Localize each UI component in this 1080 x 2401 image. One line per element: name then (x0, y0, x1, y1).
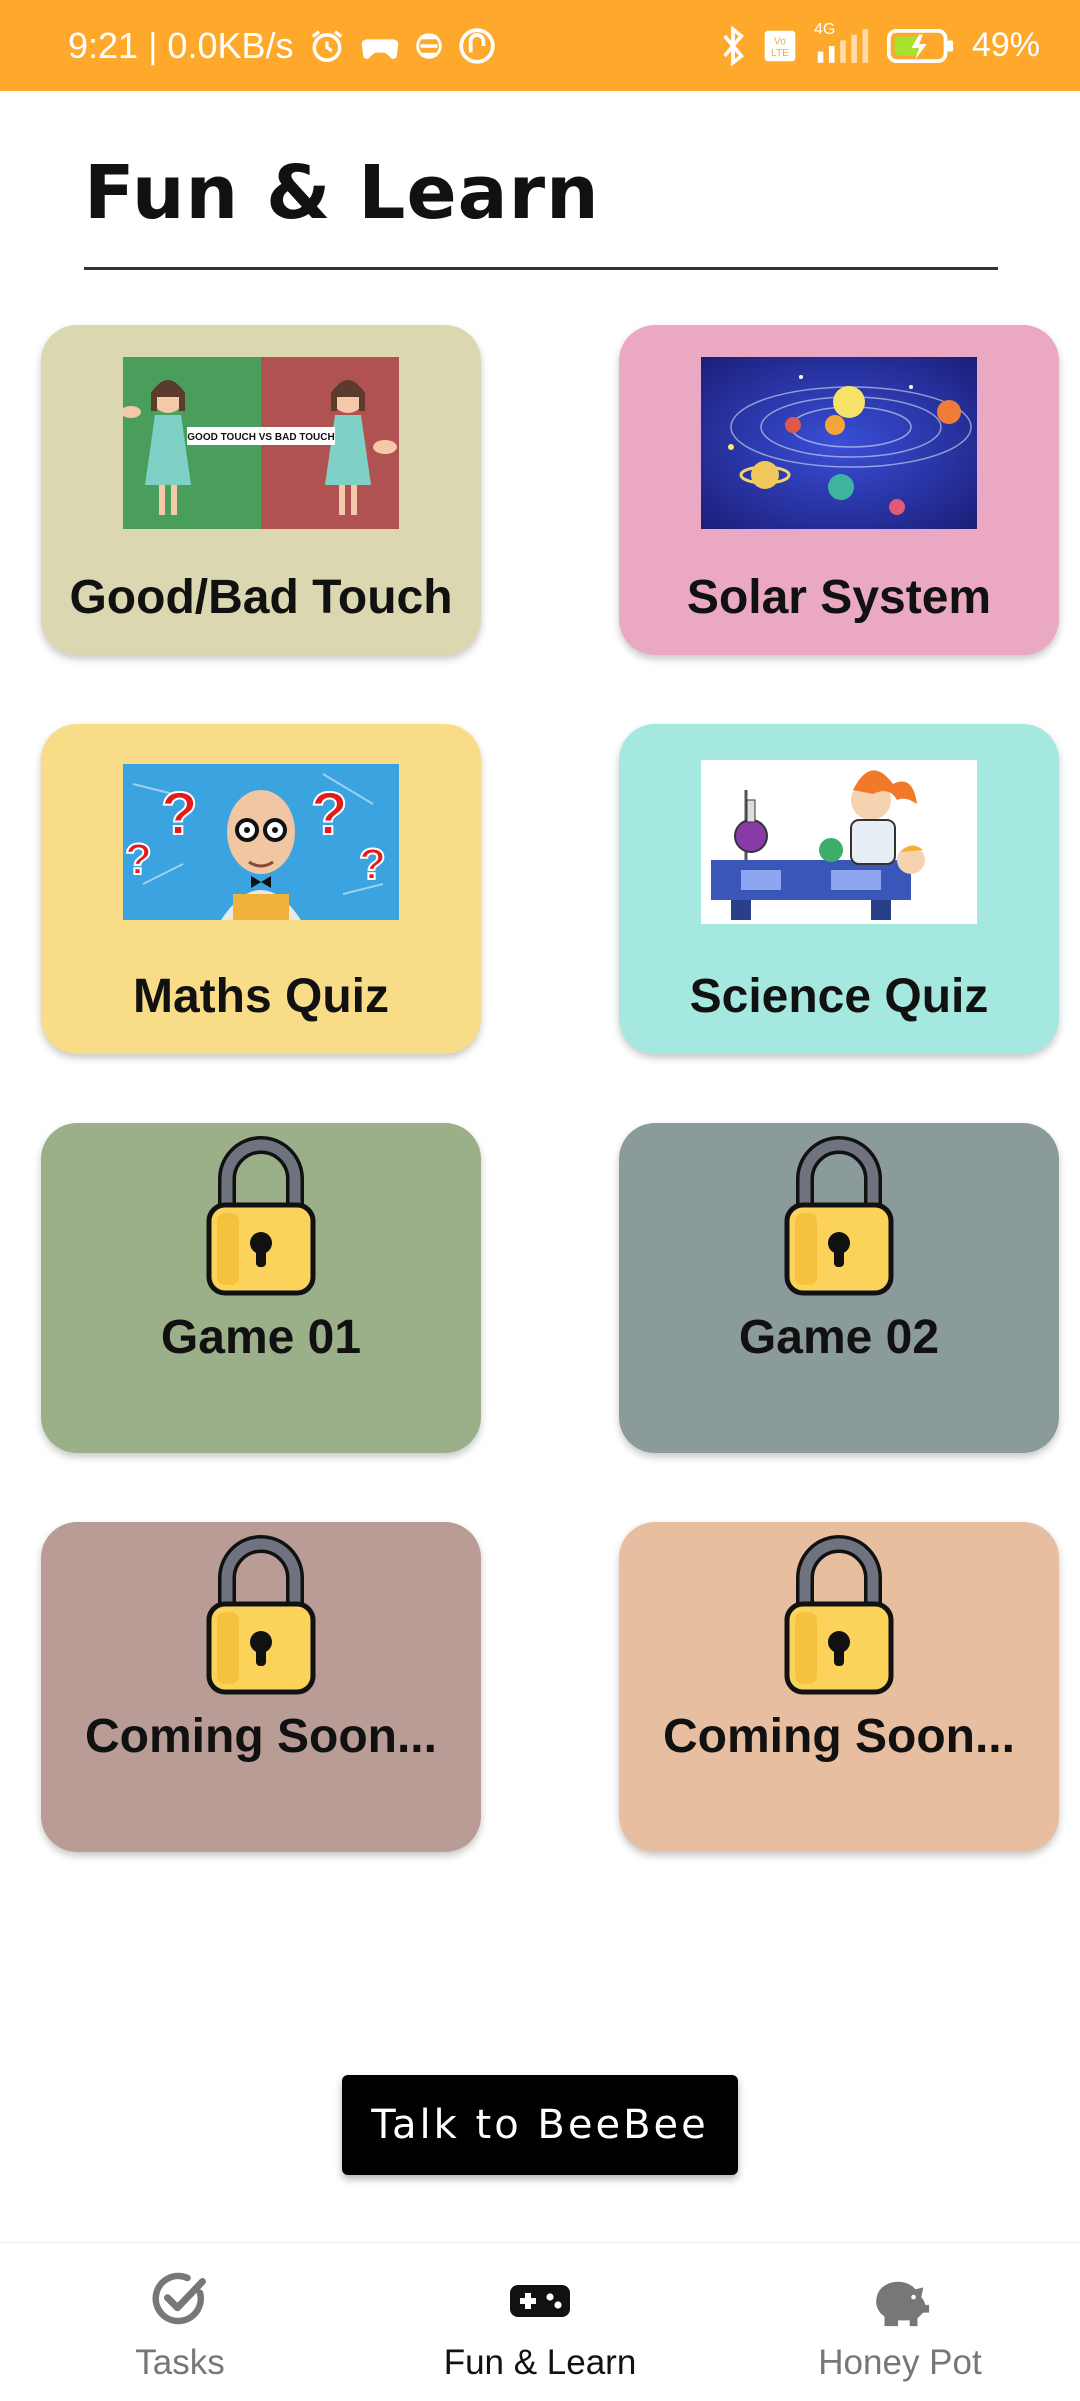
maths-quiz-thumbnail: ? ? ? ? (123, 764, 399, 920)
sync-icon (414, 29, 444, 63)
title-divider (84, 267, 998, 270)
lock-icon (784, 1136, 894, 1296)
thumbnail-caption: GOOD TOUCH VS BAD TOUCH (187, 432, 334, 443)
card-label: Coming Soon... (85, 1710, 437, 1763)
game-controller-icon (360, 29, 400, 63)
card-solar-system[interactable]: Solar System (619, 325, 1059, 655)
card-game-02[interactable]: Game 02 (619, 1123, 1059, 1453)
nav-item-tasks[interactable]: Tasks (0, 2243, 360, 2401)
piggy-bank-icon (720, 2269, 1080, 2329)
gamepad-icon (360, 2269, 720, 2329)
bluetooth-icon (720, 25, 746, 66)
card-label: Good/Bad Touch (69, 571, 453, 624)
card-science-quiz[interactable]: Science Quiz (619, 724, 1059, 1054)
signal-icon: 4G (814, 21, 870, 63)
alarm-icon (308, 27, 346, 65)
status-left: 9:21 | 0.0KB/s (68, 0, 496, 91)
bottom-nav: Tasks Fun & Learn Honey Pot (0, 2242, 1080, 2401)
svg-text:?: ? (311, 780, 348, 847)
good-bad-touch-thumbnail: GOOD TOUCH VS BAD TOUCH (123, 357, 399, 529)
status-bar: 9:21 | 0.0KB/s Vo LTE 4G 49% (0, 0, 1080, 91)
status-right: Vo LTE 4G 49% (720, 0, 1040, 91)
talk-to-beebee-button[interactable]: Talk to BeeBee (342, 2075, 738, 2175)
lock-icon (784, 1535, 894, 1695)
nav-item-honey-pot[interactable]: Honey Pot (720, 2243, 1080, 2401)
card-label: Science Quiz (689, 970, 989, 1023)
science-quiz-thumbnail (701, 760, 977, 924)
nav-label: Tasks (135, 2343, 225, 2382)
page-title: Fun & Learn (84, 150, 600, 236)
card-label: Game 02 (738, 1311, 940, 1364)
check-circle-icon (0, 2269, 360, 2329)
battery-level: 49% (971, 26, 1040, 64)
battery-icon (886, 28, 956, 63)
nav-item-fun-learn[interactable]: Fun & Learn (360, 2243, 720, 2401)
svg-text:LTE: LTE (771, 48, 789, 59)
nav-label: Honey Pot (818, 2343, 982, 2382)
card-label: Maths Quiz (132, 970, 389, 1023)
svg-text:?: ? (359, 840, 386, 889)
svg-text:Vo: Vo (774, 36, 786, 47)
svg-text:?: ? (125, 835, 152, 884)
card-coming-soon-2[interactable]: Coming Soon... (619, 1522, 1059, 1852)
nav-label: Fun & Learn (443, 2343, 637, 2382)
card-coming-soon-1[interactable]: Coming Soon... (41, 1522, 481, 1852)
card-label: Coming Soon... (663, 1710, 1015, 1763)
solar-system-thumbnail (701, 357, 977, 529)
card-game-01[interactable]: Game 01 (41, 1123, 481, 1453)
lock-icon (206, 1535, 316, 1695)
card-maths-quiz[interactable]: ? ? ? ? Maths Quiz (41, 724, 481, 1054)
card-good-bad-touch[interactable]: GOOD TOUCH VS BAD TOUCH Good/Bad Touch (41, 325, 481, 655)
svg-text:?: ? (161, 780, 198, 847)
volte-icon: Vo LTE (762, 29, 798, 63)
app-notification-icon (458, 27, 496, 65)
card-label: Solar System (686, 571, 992, 624)
status-time: 9:21 | 0.0KB/s (68, 24, 294, 66)
card-label: Game 01 (160, 1311, 362, 1364)
lock-icon (206, 1136, 316, 1296)
network-type: 4G (813, 20, 836, 38)
